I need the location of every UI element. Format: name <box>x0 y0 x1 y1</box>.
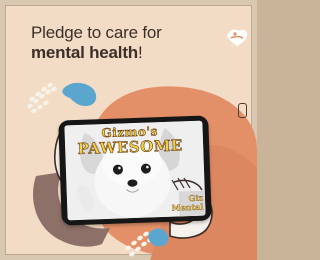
hands-heart-logo-icon <box>227 29 248 46</box>
pledge-headline: Pledge to care for mental health! <box>31 23 211 63</box>
phone-outline-icon <box>238 103 247 118</box>
headline-line1: Pledge to care for <box>31 23 162 42</box>
headline-suffix: ! <box>137 43 143 62</box>
blue-blob <box>62 82 97 106</box>
decorative-dots-left <box>27 82 57 114</box>
headline-emphasis: mental health <box>31 43 138 62</box>
video-brand-title: Gizmo's PAWESOME <box>74 123 185 158</box>
right-hand-fingers <box>171 177 203 191</box>
headline-line2: mental health! <box>31 43 211 63</box>
pledge-card: Pledge to care for mental health! Gizmo'… <box>0 0 257 260</box>
